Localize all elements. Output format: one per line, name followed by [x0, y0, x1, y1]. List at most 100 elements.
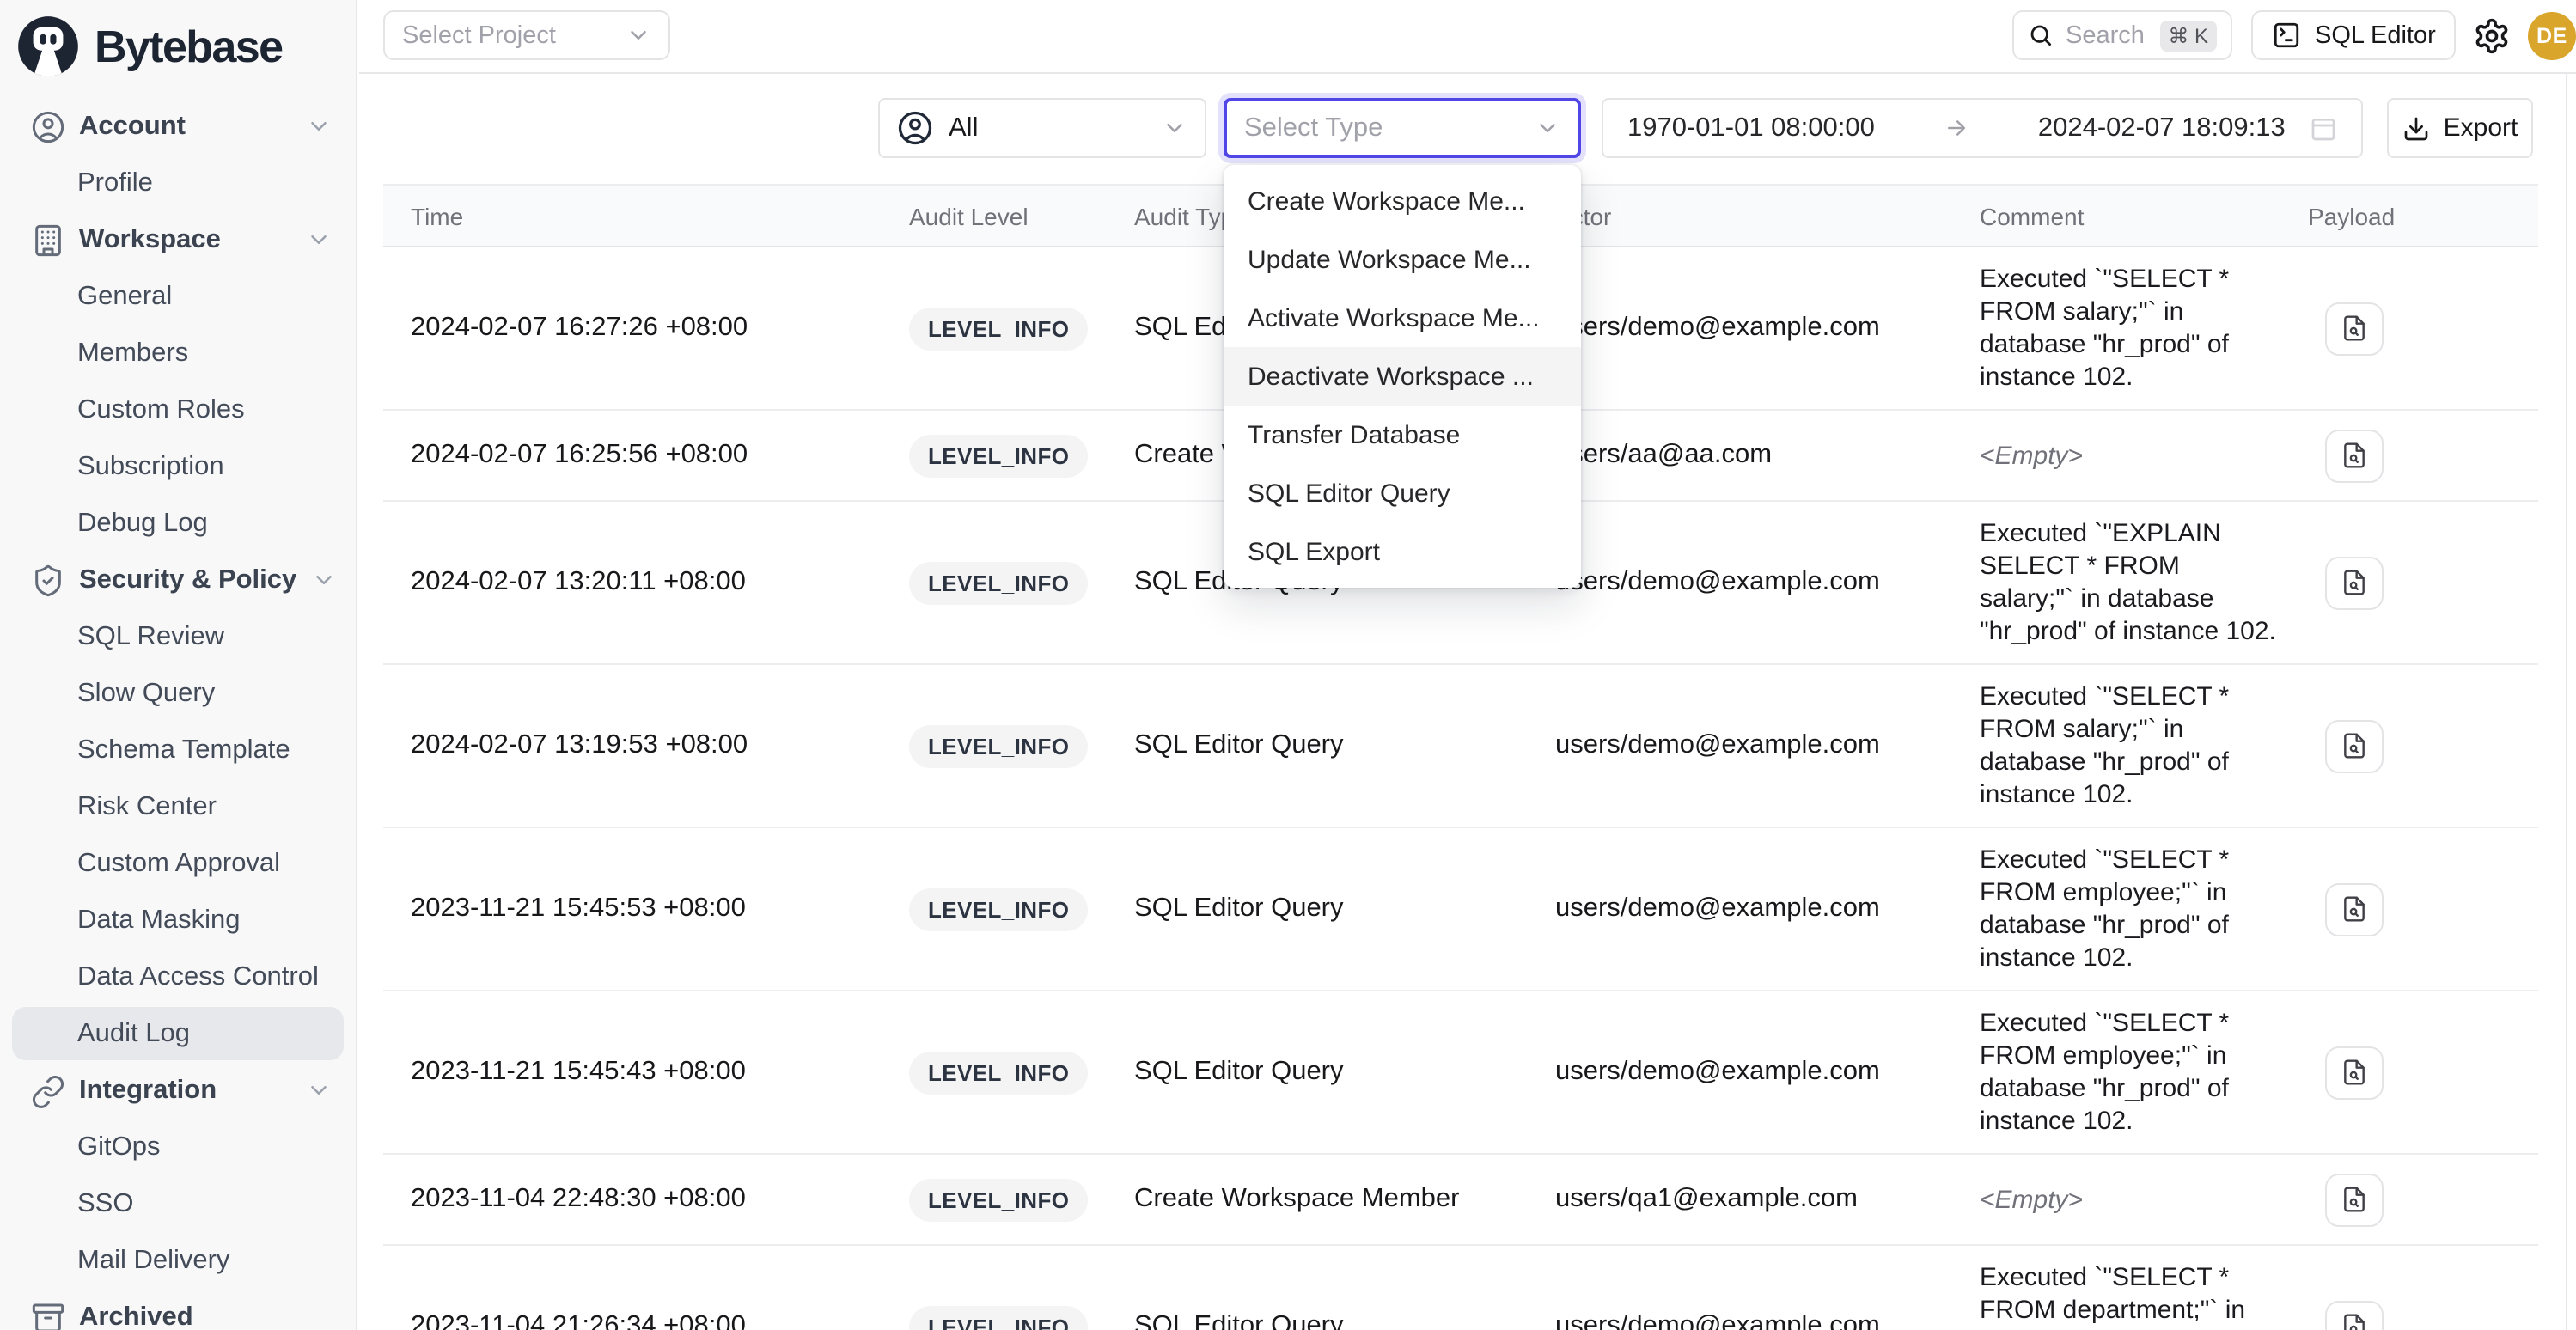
sidebar-item-sql-review[interactable]: SQL Review [12, 610, 344, 663]
cell-payload [2308, 1046, 2538, 1099]
audit-level-badge: LEVEL_INFO [909, 888, 1088, 930]
cell-actor: users/demo@example.com [1555, 1057, 1980, 1088]
dropdown-item-deactivate-workspace[interactable]: Deactivate Workspace ... [1224, 347, 1581, 406]
sidebar-item-integration[interactable]: Integration [12, 1064, 344, 1117]
sidebar-item-archived[interactable]: Archived [12, 1290, 344, 1330]
sidebar-item-slow-query[interactable]: Slow Query [12, 667, 344, 720]
column-header-actor: Actor [1555, 202, 1980, 229]
project-select[interactable]: Select Project [383, 10, 670, 60]
payload-view-button[interactable] [2325, 429, 2384, 482]
cell-actor: users/demo@example.com [1555, 730, 1980, 761]
shield-check-icon [31, 563, 65, 597]
date-range-picker[interactable]: 1970-01-01 08:00:00 2024-02-07 18:09:13 [1602, 98, 2363, 158]
date-from-value: 1970-01-01 08:00:00 [1627, 113, 1875, 143]
cell-audit-type: Create Workspace Member [1134, 1184, 1555, 1215]
payload-view-button[interactable] [2325, 302, 2384, 355]
search-input[interactable]: Search ⌘ K [2012, 10, 2232, 60]
cell-comment: <Empty> [1980, 439, 2308, 472]
chevron-down-icon [306, 1077, 332, 1103]
sidebar-item-label: SSO [77, 1188, 133, 1219]
cell-audit-level: LEVEL_INFO [909, 1305, 1134, 1330]
terminal-icon [2272, 21, 2301, 50]
cell-audit-level: LEVEL_INFO [909, 434, 1134, 477]
sidebar-item-label: Data Masking [77, 905, 241, 936]
archive-icon [31, 1300, 65, 1330]
payload-view-button[interactable] [2325, 556, 2384, 609]
audit-level-badge: LEVEL_INFO [909, 561, 1088, 604]
sidebar-item-label: Integration [79, 1075, 217, 1106]
app-window: Bytebase Account Profile Workspace General M… [0, 0, 2576, 1330]
sidebar-item-profile[interactable]: Profile [12, 156, 344, 210]
chevron-down-icon [626, 22, 651, 48]
cell-audit-level: LEVEL_INFO [909, 307, 1134, 350]
sidebar-item-schema-template[interactable]: Schema Template [12, 723, 344, 777]
calendar-icon [2310, 114, 2337, 142]
sql-editor-button[interactable]: SQL Editor [2251, 10, 2457, 60]
payload-view-button[interactable] [2325, 1300, 2384, 1330]
settings-gear-icon[interactable] [2473, 17, 2511, 55]
sidebar-item-security-policy[interactable]: Security & Policy [12, 553, 344, 607]
sidebar-item-audit-log[interactable]: Audit Log [12, 1007, 344, 1060]
cell-audit-level: LEVEL_INFO [909, 1178, 1134, 1221]
brand-logo[interactable]: Bytebase [0, 0, 356, 89]
chevron-down-icon [306, 113, 332, 139]
sidebar-item-label: Profile [77, 168, 153, 198]
file-search-icon [2341, 895, 2368, 923]
cell-time: 2023-11-04 21:26:34 +08:00 [383, 1311, 909, 1330]
search-shortcut-badge: ⌘ K [2159, 20, 2217, 51]
file-search-icon [2341, 1313, 2368, 1330]
cell-audit-type: SQL Editor Query [1134, 1311, 1555, 1330]
sidebar-item-members[interactable]: Members [12, 326, 344, 380]
table-row: 2023-11-21 15:45:43 +08:00LEVEL_INFOSQL … [383, 991, 2538, 1155]
dropdown-item-transfer-database[interactable]: Transfer Database [1224, 406, 1581, 464]
sidebar-item-subscription[interactable]: Subscription [12, 440, 344, 493]
dropdown-item-sql-export[interactable]: SQL Export [1224, 522, 1581, 581]
export-button[interactable]: Export [2387, 98, 2533, 158]
sidebar-item-custom-approval[interactable]: Custom Approval [12, 837, 344, 890]
sidebar-nav: Account Profile Workspace General Members Cus… [0, 89, 356, 1330]
payload-view-button[interactable] [2325, 1046, 2384, 1099]
sidebar-item-label: Custom Roles [77, 394, 245, 425]
sql-editor-label: SQL Editor [2315, 21, 2436, 49]
dropdown-item-activate-workspace-me[interactable]: Activate Workspace Me... [1224, 289, 1581, 347]
column-header-audit-level: Audit Level [909, 202, 1134, 229]
sidebar-item-general[interactable]: General [12, 270, 344, 323]
sidebar-item-label: General [77, 281, 172, 312]
payload-view-button[interactable] [2325, 1173, 2384, 1226]
sidebar-item-data-masking[interactable]: Data Masking [12, 894, 344, 947]
sidebar-item-label: SQL Review [77, 621, 224, 652]
cell-payload [2308, 556, 2538, 609]
user-circle-icon [31, 109, 65, 143]
dropdown-item-sql-editor-query[interactable]: SQL Editor Query [1224, 464, 1581, 522]
type-filter-select[interactable]: Select Type [1224, 98, 1581, 158]
sidebar-item-debug-log[interactable]: Debug Log [12, 497, 344, 550]
cell-comment: Executed `"SELECT * FROM salary;"` in da… [1980, 665, 2308, 827]
building-icon [31, 223, 65, 257]
sidebar-item-data-access-control[interactable]: Data Access Control [12, 950, 344, 1004]
sidebar-item-sso[interactable]: SSO [12, 1177, 344, 1230]
avatar[interactable]: DE [2528, 12, 2576, 60]
search-placeholder: Search [2066, 21, 2145, 49]
cell-payload [2308, 719, 2538, 772]
scrollbar-gutter[interactable] [2566, 74, 2567, 1330]
sidebar-item-account[interactable]: Account [12, 100, 344, 153]
sidebar-item-workspace[interactable]: Workspace [12, 213, 344, 266]
sidebar-item-mail-delivery[interactable]: Mail Delivery [12, 1234, 344, 1287]
sidebar-item-gitops[interactable]: GitOps [12, 1120, 344, 1174]
cell-time: 2023-11-21 15:45:53 +08:00 [383, 894, 909, 924]
actor-filter-select[interactable]: All [878, 98, 1206, 158]
cell-time: 2024-02-07 13:19:53 +08:00 [383, 730, 909, 761]
dropdown-item-create-workspace-me[interactable]: Create Workspace Me... [1224, 172, 1581, 230]
sidebar-item-label: Schema Template [77, 735, 290, 766]
chevron-down-icon [1162, 115, 1187, 141]
dropdown-item-update-workspace-me[interactable]: Update Workspace Me... [1224, 230, 1581, 289]
cell-audit-type: SQL Editor Query [1134, 1057, 1555, 1088]
sidebar: Bytebase Account Profile Workspace General M… [0, 0, 357, 1330]
payload-view-button[interactable] [2325, 719, 2384, 772]
column-header-payload: Payload [2308, 202, 2538, 229]
payload-view-button[interactable] [2325, 882, 2384, 936]
sidebar-item-label: Account [79, 111, 186, 142]
sidebar-item-risk-center[interactable]: Risk Center [12, 780, 344, 833]
actor-filter-value: All [949, 113, 978, 143]
sidebar-item-custom-roles[interactable]: Custom Roles [12, 383, 344, 436]
